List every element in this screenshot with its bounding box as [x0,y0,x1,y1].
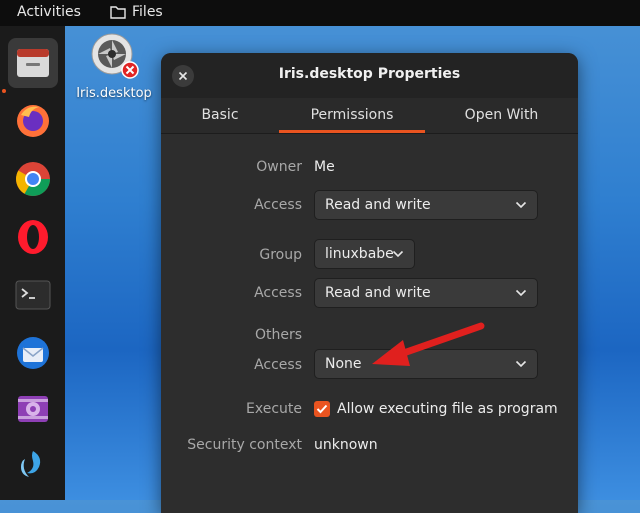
properties-dialog: Iris.desktop Properties Basic Permission… [161,53,578,513]
group-access-dropdown[interactable]: Read and write [314,278,538,308]
terminal-icon [15,280,51,310]
tab-open-with[interactable]: Open With [425,98,578,133]
group-dropdown[interactable]: linuxbabe [314,239,415,269]
desktop-file-iris[interactable]: Iris.desktop [74,32,154,101]
execute-checkbox[interactable] [314,401,330,417]
group-access-value: Read and write [325,285,431,301]
dock [0,26,65,500]
checkmark-icon [316,404,328,414]
app-icon [21,451,41,477]
chevron-down-icon [392,250,404,258]
owner-label: Owner [256,159,302,175]
dock-app[interactable] [8,440,58,490]
files-app-label: Files [132,4,163,20]
chevron-down-icon [515,289,527,297]
chevron-down-icon [515,201,527,209]
execute-label: Execute [246,401,302,417]
dock-thunderbird[interactable] [8,328,58,378]
files-icon [17,49,49,77]
iris-app-icon [91,33,139,79]
owner-access-value: Read and write [325,197,431,213]
owner-access-label: Access [254,197,302,213]
dock-files[interactable] [8,38,58,88]
others-access-label: Access [254,357,302,373]
others-label: Others [254,327,302,343]
tab-permissions[interactable]: Permissions [279,98,425,133]
dialog-title: Iris.desktop Properties [278,66,461,82]
desktop-icon-label: Iris.desktop [76,86,152,101]
activities-button[interactable]: Activities [17,4,81,20]
running-indicator [2,89,6,93]
thunderbird-icon [17,337,49,369]
dock-chrome[interactable] [8,154,58,204]
execute-checkbox-label[interactable]: Allow executing file as program [337,401,558,417]
group-label: Group [259,247,302,263]
dialog-header: Iris.desktop Properties [161,53,578,98]
opera-icon [18,220,48,254]
chrome-icon [16,162,50,196]
group-access-label: Access [254,285,302,301]
folder-icon [110,6,126,19]
top-bar: Activities Files [0,0,640,26]
video-editor-icon [18,396,48,422]
dock-terminal[interactable] [8,270,58,320]
dock-video-editor[interactable] [8,384,58,434]
security-context-label: Security context [187,437,302,453]
others-access-dropdown[interactable]: None [314,349,538,379]
dock-firefox[interactable] [8,96,58,146]
dock-opera[interactable] [8,212,58,262]
others-access-value: None [325,356,362,372]
chevron-down-icon [515,360,527,368]
owner-value: Me [314,159,335,175]
security-context-value: unknown [314,437,378,453]
tab-basic[interactable]: Basic [161,98,279,133]
tab-bar: Basic Permissions Open With [161,98,578,134]
files-app-menu[interactable]: Files [110,4,163,20]
group-value: linuxbabe [325,246,394,262]
firefox-icon [17,105,49,137]
owner-access-dropdown[interactable]: Read and write [314,190,538,220]
